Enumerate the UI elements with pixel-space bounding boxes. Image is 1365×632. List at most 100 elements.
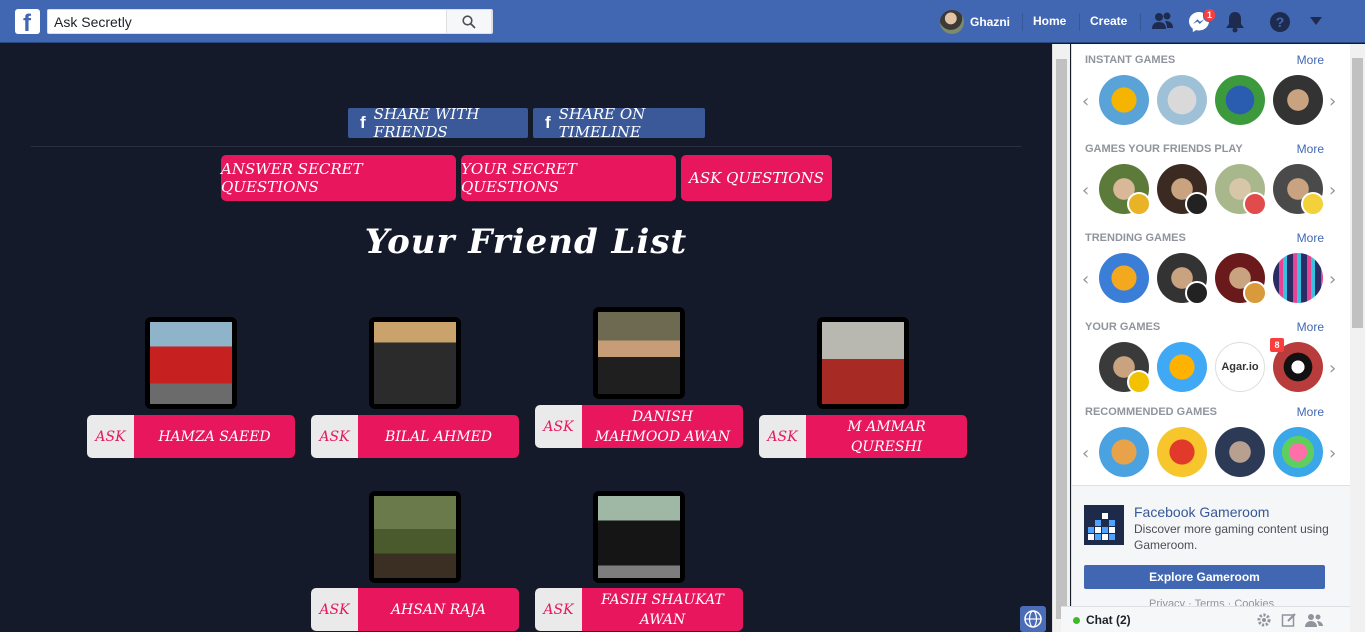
facebook-logo[interactable]: f bbox=[15, 9, 40, 37]
game-tile[interactable] bbox=[1273, 75, 1323, 125]
more-link[interactable]: More bbox=[1297, 320, 1324, 334]
games-sidebar: INSTANT GAMES More ‹ › GAMES YOUR FRIEND… bbox=[1071, 44, 1351, 632]
friend-avatar-image bbox=[374, 496, 456, 578]
friend-name[interactable]: HAMZA SAEED bbox=[134, 415, 295, 458]
compose-icon[interactable] bbox=[1281, 612, 1297, 628]
home-link[interactable]: Home bbox=[1033, 14, 1066, 28]
friend-avatar-image bbox=[598, 496, 680, 578]
chat-bar[interactable]: Chat (2) bbox=[1061, 606, 1350, 632]
group-chat-icon[interactable] bbox=[1305, 612, 1323, 628]
game-tile[interactable] bbox=[1099, 164, 1151, 216]
more-link[interactable]: More bbox=[1297, 231, 1324, 245]
search-box bbox=[47, 9, 493, 34]
game-tile[interactable] bbox=[1157, 342, 1207, 392]
chevron-left-icon[interactable]: ‹ bbox=[1082, 443, 1089, 464]
search-icon bbox=[462, 15, 476, 29]
nav-divider bbox=[1140, 13, 1141, 31]
game-tile[interactable] bbox=[1215, 75, 1265, 125]
search-input[interactable] bbox=[48, 10, 448, 33]
profile-name: Ghazni bbox=[970, 15, 1011, 29]
game-tile[interactable] bbox=[1215, 253, 1267, 305]
ask-button[interactable]: ASK bbox=[535, 588, 582, 631]
help-icon[interactable]: ? bbox=[1269, 11, 1291, 33]
chevron-right-icon[interactable]: › bbox=[1329, 180, 1336, 201]
chat-label: Chat (2) bbox=[1086, 613, 1131, 627]
answer-secret-questions-button[interactable]: ANSWER SECRET QUESTIONS bbox=[221, 155, 456, 201]
friend-avatar-image bbox=[822, 322, 904, 404]
chevron-right-icon[interactable]: › bbox=[1329, 269, 1336, 290]
app-scrollbar[interactable] bbox=[1052, 44, 1070, 632]
top-navigation-bar: f Ghazni Home Create 1 ? bbox=[0, 0, 1365, 43]
friend-photo[interactable] bbox=[817, 317, 909, 409]
friend-photo[interactable] bbox=[593, 491, 685, 583]
scrollbar-thumb[interactable] bbox=[1352, 58, 1363, 328]
ask-button[interactable]: ASK bbox=[87, 415, 134, 458]
scrollbar-thumb[interactable] bbox=[1056, 59, 1067, 619]
game-tile[interactable] bbox=[1157, 164, 1209, 216]
chevron-right-icon[interactable]: › bbox=[1329, 358, 1336, 379]
more-link[interactable]: More bbox=[1297, 142, 1324, 156]
chevron-left-icon[interactable]: ‹ bbox=[1082, 180, 1089, 201]
friend-avatar-image bbox=[150, 322, 232, 404]
game-tile[interactable] bbox=[1215, 427, 1265, 477]
friend-name[interactable]: BILAL AHMED bbox=[358, 415, 519, 458]
chess-icon bbox=[1185, 281, 1209, 305]
ask-questions-button[interactable]: ASK QUESTIONS bbox=[681, 155, 832, 201]
search-button[interactable] bbox=[446, 9, 492, 34]
account-menu-chevron-icon[interactable] bbox=[1310, 17, 1322, 25]
friend-name[interactable]: M AMMAR QURESHI bbox=[806, 415, 967, 458]
game-icon bbox=[1301, 192, 1325, 216]
game-tile[interactable] bbox=[1273, 253, 1323, 303]
game-tile[interactable] bbox=[1157, 427, 1207, 477]
ask-friend-row: ASK DANISH MAHMOOD AWAN bbox=[535, 405, 743, 448]
ask-button[interactable]: ASK bbox=[311, 588, 358, 631]
chevron-left-icon[interactable]: ‹ bbox=[1082, 269, 1089, 290]
profile-link[interactable]: Ghazni bbox=[940, 10, 1010, 34]
chevron-right-icon[interactable]: › bbox=[1329, 91, 1336, 112]
your-secret-questions-button[interactable]: YOUR SECRET QUESTIONS bbox=[461, 155, 676, 201]
friend-photo[interactable] bbox=[369, 491, 461, 583]
game-tile[interactable] bbox=[1099, 427, 1149, 477]
globe-icon bbox=[1024, 610, 1042, 628]
friend-name[interactable]: DANISH MAHMOOD AWAN bbox=[582, 405, 743, 448]
friend-requests-icon[interactable] bbox=[1152, 11, 1174, 31]
facebook-logo-letter: f bbox=[23, 10, 31, 37]
notifications-bell-icon[interactable] bbox=[1225, 11, 1245, 33]
games-row: ‹ › bbox=[1082, 253, 1342, 305]
game-tile[interactable] bbox=[1215, 164, 1267, 216]
create-link[interactable]: Create bbox=[1090, 14, 1127, 28]
facebook-icon: f bbox=[545, 113, 551, 132]
ask-friend-row: ASK AHSAN RAJA bbox=[311, 588, 519, 631]
section-title: TRENDING GAMES bbox=[1085, 232, 1186, 244]
more-link[interactable]: More bbox=[1297, 53, 1324, 67]
share-on-timeline-button[interactable]: f SHARE ON TIMELINE bbox=[533, 105, 705, 141]
nav-divider bbox=[1079, 13, 1080, 31]
friend-photo[interactable] bbox=[593, 307, 685, 399]
friend-name[interactable]: AHSAN RAJA bbox=[358, 588, 519, 631]
friend-photo[interactable] bbox=[369, 317, 461, 409]
ask-button[interactable]: ASK bbox=[311, 415, 358, 458]
gameroom-title[interactable]: Facebook Gameroom bbox=[1134, 504, 1269, 520]
friend-name[interactable]: FASIH SHAUKAT AWAN bbox=[582, 588, 743, 631]
ask-button[interactable]: ASK bbox=[535, 405, 582, 448]
share-with-friends-button[interactable]: f SHARE WITH FRIENDS bbox=[348, 105, 528, 141]
more-link[interactable]: More bbox=[1297, 405, 1324, 419]
messenger-badge: 1 bbox=[1203, 8, 1217, 22]
game-tile[interactable] bbox=[1099, 342, 1151, 394]
game-tile[interactable] bbox=[1157, 253, 1209, 305]
friend-photo[interactable] bbox=[145, 317, 237, 409]
game-tile[interactable] bbox=[1099, 75, 1149, 125]
language-globe-button[interactable] bbox=[1020, 606, 1046, 632]
explore-gameroom-button[interactable]: Explore Gameroom bbox=[1084, 565, 1325, 589]
chevron-right-icon[interactable]: › bbox=[1329, 443, 1336, 464]
gear-icon[interactable] bbox=[1256, 612, 1272, 628]
game-tile[interactable] bbox=[1157, 75, 1207, 125]
ask-button[interactable]: ASK bbox=[759, 415, 806, 458]
sidebar-scrollbar[interactable] bbox=[1350, 44, 1365, 632]
game-tile[interactable] bbox=[1273, 164, 1325, 216]
agar-io-tile[interactable]: Agar.io bbox=[1215, 342, 1265, 392]
chevron-left-icon[interactable]: ‹ bbox=[1082, 91, 1089, 112]
game-tile[interactable] bbox=[1273, 427, 1323, 477]
game-tile[interactable] bbox=[1099, 253, 1149, 303]
games-row: ‹ › bbox=[1082, 164, 1342, 216]
